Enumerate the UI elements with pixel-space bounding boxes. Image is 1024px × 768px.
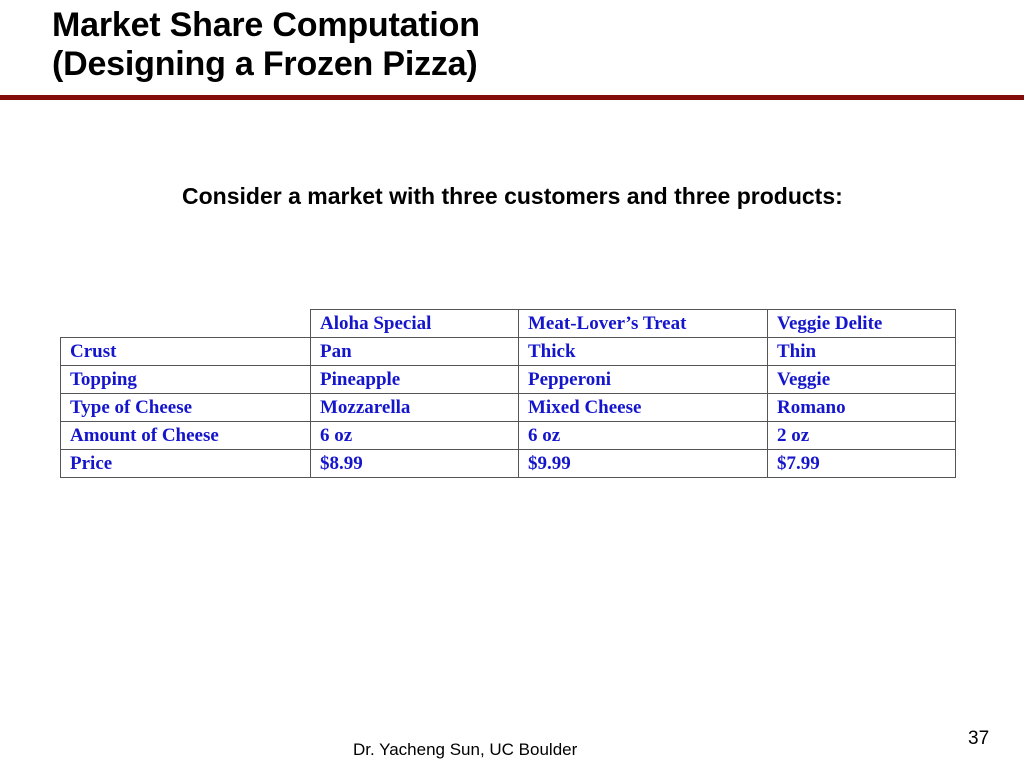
- table-cell: Veggie: [767, 365, 956, 394]
- table-row: Amount of Cheese 6 oz 6 oz 2 oz: [60, 421, 956, 450]
- page-title: Market Share Computation (Designing a Fr…: [52, 6, 480, 83]
- table-cell: 6 oz: [310, 421, 519, 450]
- table-column-header: Aloha Special: [310, 309, 519, 338]
- table-cell: Thin: [767, 337, 956, 366]
- table-cell: $7.99: [767, 449, 956, 478]
- table-row: Crust Pan Thick Thin: [60, 337, 956, 366]
- table-row-label: Crust: [60, 337, 311, 366]
- table-row: Topping Pineapple Pepperoni Veggie: [60, 365, 956, 394]
- table-row-label: Amount of Cheese: [60, 421, 311, 450]
- intro-paragraph: Consider a market with three customers a…: [182, 183, 843, 209]
- table-row-label: Topping: [60, 365, 311, 394]
- table-cell: Thick: [518, 337, 768, 366]
- title-divider-rule: [0, 95, 1024, 100]
- table-header-row: Aloha Special Meat-Lover’s Treat Veggie …: [60, 309, 956, 338]
- table-cell: 2 oz: [767, 421, 956, 450]
- page-number: 37: [968, 728, 990, 749]
- table-row: Price $8.99 $9.99 $7.99: [60, 449, 956, 478]
- table-cell: Romano: [767, 393, 956, 422]
- table-row-label: Type of Cheese: [60, 393, 311, 422]
- table-row-label: Price: [60, 449, 311, 478]
- table-cell: Pineapple: [310, 365, 519, 394]
- footer-credit: Dr. Yacheng Sun, UC Boulder: [353, 740, 578, 759]
- table-cell: Mozzarella: [310, 393, 519, 422]
- table-cell: $9.99: [518, 449, 768, 478]
- product-comparison-table: Aloha Special Meat-Lover’s Treat Veggie …: [60, 309, 956, 478]
- table-cell: $8.99: [310, 449, 519, 478]
- table-column-header: Veggie Delite: [767, 309, 956, 338]
- table-corner-cell: [60, 309, 311, 338]
- table-cell: Mixed Cheese: [518, 393, 768, 422]
- table-column-header: Meat-Lover’s Treat: [518, 309, 768, 338]
- table-cell: Pan: [310, 337, 519, 366]
- table-cell: Pepperoni: [518, 365, 768, 394]
- table-cell: 6 oz: [518, 421, 768, 450]
- table-row: Type of Cheese Mozzarella Mixed Cheese R…: [60, 393, 956, 422]
